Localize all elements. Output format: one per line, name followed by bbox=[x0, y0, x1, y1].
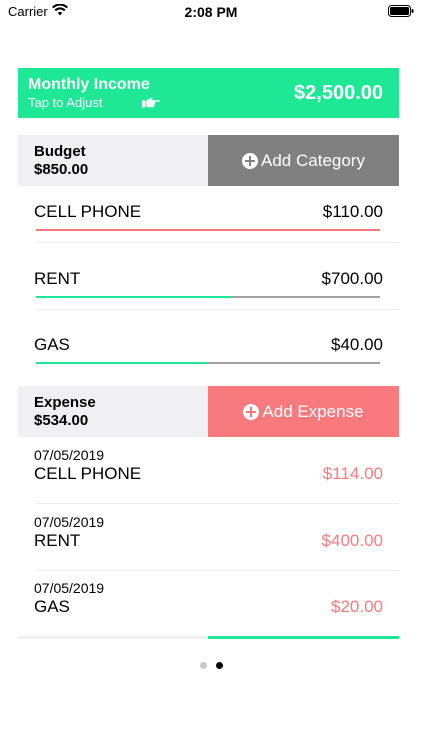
hand-pointing-icon bbox=[142, 97, 160, 108]
battery-icon bbox=[388, 5, 414, 17]
budget-title: Budget bbox=[34, 143, 86, 160]
income-subtitle: Tap to Adjust bbox=[28, 95, 103, 110]
budget-category-amount: $700.00 bbox=[321, 269, 383, 288]
divider bbox=[36, 309, 399, 310]
budget-category-name: CELL PHONE bbox=[34, 202, 142, 221]
status-time: 2:08 PM bbox=[184, 4, 238, 20]
expense-name: RENT bbox=[34, 531, 81, 550]
section-tab-indicator bbox=[18, 636, 399, 639]
add-category-button[interactable]: Add Category bbox=[208, 135, 399, 186]
expense-amount: $534.00 bbox=[34, 412, 89, 429]
expense-row[interactable]: 07/05/2019 GAS $20.00 bbox=[18, 570, 399, 636]
budget-row[interactable]: CELL PHONE $110.00 bbox=[18, 190, 399, 256]
expense-amount-value: $20.00 bbox=[331, 597, 383, 616]
budget-progress-bar bbox=[36, 296, 380, 298]
divider bbox=[36, 242, 399, 243]
page-control[interactable] bbox=[0, 662, 422, 670]
active-tab-indicator bbox=[208, 636, 399, 639]
expense-date: 07/05/2019 bbox=[34, 580, 105, 596]
plus-circle-icon bbox=[242, 152, 259, 169]
expense-header: Expense $534.00 Add Expense bbox=[18, 386, 399, 437]
expense-row[interactable]: 07/05/2019 CELL PHONE $114.00 bbox=[18, 437, 399, 504]
budget-header: Budget $850.00 Add Category bbox=[18, 135, 399, 186]
plus-circle-icon bbox=[243, 403, 260, 420]
budget-progress-fill bbox=[36, 296, 233, 298]
expense-title: Expense bbox=[34, 394, 96, 411]
expense-date: 07/05/2019 bbox=[34, 514, 105, 530]
expense-amount-value: $114.00 bbox=[322, 464, 383, 483]
expense-date: 07/05/2019 bbox=[34, 447, 105, 463]
expense-name: CELL PHONE bbox=[34, 464, 142, 483]
expense-row[interactable]: 07/05/2019 RENT $400.00 bbox=[18, 504, 399, 571]
budget-category-name: RENT bbox=[34, 269, 81, 288]
budget-amount: $850.00 bbox=[34, 161, 89, 178]
budget-row[interactable]: GAS $40.00 bbox=[18, 323, 399, 389]
budget-progress-bar bbox=[36, 229, 380, 231]
status-bar: Carrier 2:08 PM bbox=[0, 0, 422, 24]
expense-name: GAS bbox=[34, 597, 70, 616]
add-category-label: Add Category bbox=[261, 150, 365, 170]
monthly-income-bar[interactable]: Monthly Income Tap to Adjust $2,500.00 bbox=[18, 68, 399, 118]
add-expense-label: Add Expense bbox=[262, 401, 364, 421]
budget-category-amount: $40.00 bbox=[331, 335, 383, 354]
add-expense-button[interactable]: Add Expense bbox=[208, 386, 399, 437]
budget-category-amount: $110.00 bbox=[322, 202, 383, 221]
budget-progress-fill bbox=[36, 362, 208, 364]
budget-row[interactable]: RENT $700.00 bbox=[18, 257, 399, 323]
page-dot[interactable] bbox=[199, 662, 207, 669]
expense-amount-value: $400.00 bbox=[321, 531, 383, 550]
page-dot[interactable] bbox=[215, 662, 223, 669]
income-title: Monthly Income bbox=[28, 76, 150, 93]
budget-category-name: GAS bbox=[34, 335, 70, 354]
income-amount: $2,500.00 bbox=[294, 82, 383, 104]
budget-progress-bar bbox=[36, 362, 380, 364]
